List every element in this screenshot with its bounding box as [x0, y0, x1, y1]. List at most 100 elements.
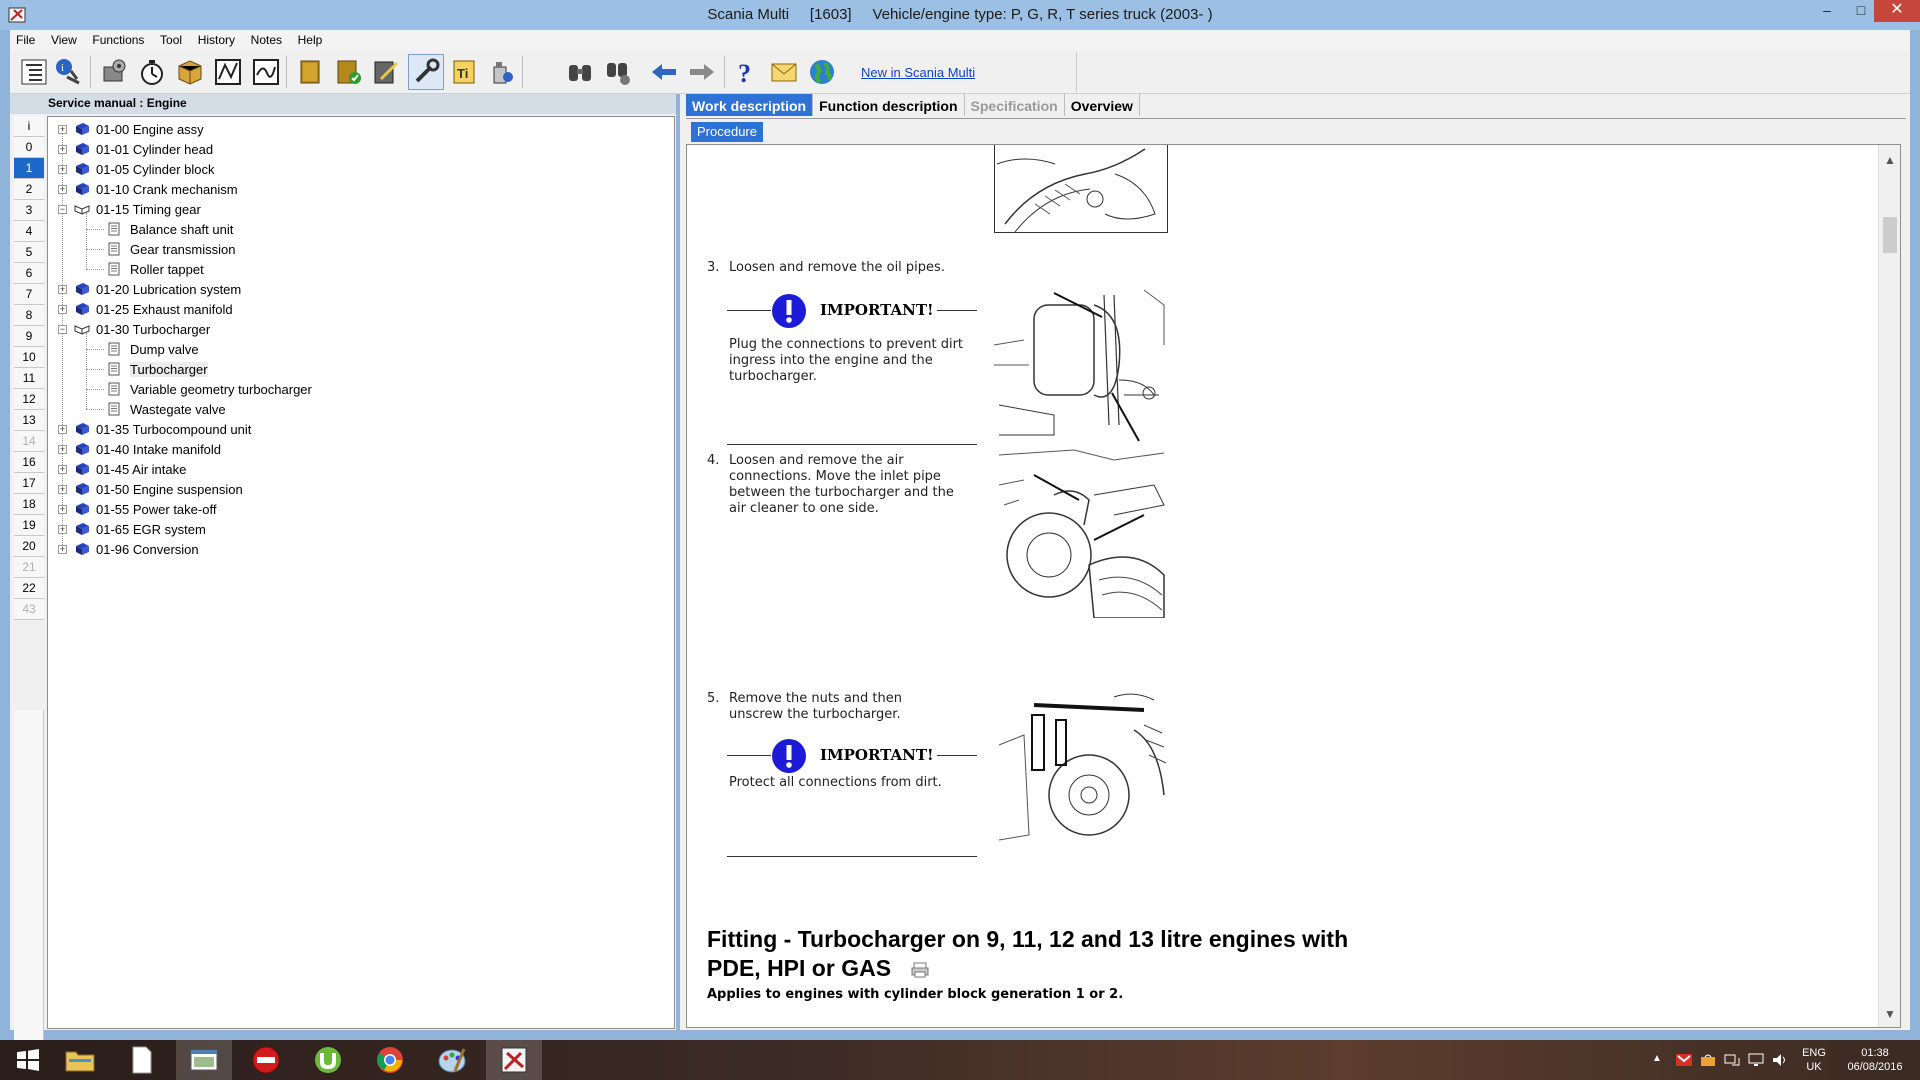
menu-notes[interactable]: Notes: [245, 30, 288, 47]
chapter-tab[interactable]: 13: [14, 410, 44, 431]
scroll-up-icon[interactable]: ▲: [1879, 153, 1900, 167]
tree-section[interactable]: +01-20 Lubrication system: [58, 279, 241, 299]
tree-leaf[interactable]: Dump valve: [108, 339, 199, 359]
tree-leaf[interactable]: Wastegate valve: [108, 399, 226, 419]
vertical-scrollbar[interactable]: ▲ ▼: [1878, 145, 1900, 1027]
tree-section[interactable]: +01-01 Cylinder head: [58, 139, 213, 159]
bags-tray-icon[interactable]: [1700, 1053, 1716, 1067]
tree-section[interactable]: +01-00 Engine assy: [58, 119, 204, 139]
tree-section[interactable]: +01-96 Conversion: [58, 539, 199, 559]
tree-leaf[interactable]: Gear transmission: [108, 239, 235, 259]
screen-tray-icon[interactable]: [1748, 1053, 1764, 1067]
tree-section[interactable]: − 01-15 Timing gear: [58, 199, 201, 219]
expand-icon[interactable]: +: [58, 124, 67, 134]
wrench-button[interactable]: [408, 54, 444, 90]
notepad-edit-button[interactable]: [368, 54, 404, 90]
input-language[interactable]: ENG UK: [1798, 1046, 1830, 1074]
book-button[interactable]: [292, 54, 328, 90]
tree-section[interactable]: +01-50 Engine suspension: [58, 479, 243, 499]
tree-section[interactable]: +01-25 Exhaust manifold: [58, 299, 233, 319]
tree-section[interactable]: +01-05 Cylinder block: [58, 159, 215, 179]
taskbar-utorrent[interactable]: [300, 1040, 356, 1080]
taskbar-window-app[interactable]: [176, 1040, 232, 1080]
menu-functions[interactable]: Functions: [86, 30, 150, 47]
menu-file[interactable]: File: [10, 30, 41, 47]
engine-settings-button[interactable]: [96, 54, 132, 90]
text-tool-button[interactable]: Ti: [446, 54, 482, 90]
expand-icon[interactable]: +: [58, 164, 67, 174]
back-button[interactable]: [646, 54, 682, 90]
tree-leaf[interactable]: Variable geometry turbocharger: [108, 379, 312, 399]
taskbar-stop-app[interactable]: [238, 1040, 294, 1080]
expand-icon[interactable]: +: [58, 484, 67, 494]
clock[interactable]: 01:38 06/08/2016: [1842, 1046, 1908, 1074]
chapter-tab[interactable]: 5: [14, 242, 44, 263]
taskbar-blank-document[interactable]: [114, 1040, 170, 1080]
tree-leaf[interactable]: Roller tappet: [108, 259, 204, 279]
book-check-button[interactable]: [330, 54, 366, 90]
chapter-tab[interactable]: 12: [14, 389, 44, 410]
tab-function-description[interactable]: Function description: [813, 94, 965, 116]
network-tray-icon[interactable]: [1724, 1053, 1740, 1067]
expand-icon[interactable]: +: [58, 304, 67, 314]
collapse-icon[interactable]: −: [58, 204, 67, 214]
expand-icon[interactable]: +: [58, 444, 67, 454]
scroll-down-icon[interactable]: ▼: [1879, 1007, 1900, 1021]
forward-button[interactable]: [684, 54, 720, 90]
chapter-tab[interactable]: 9: [14, 326, 44, 347]
binoculars-button[interactable]: [562, 54, 598, 90]
tab-work-description[interactable]: Work description: [686, 94, 814, 116]
tree-section[interactable]: +01-40 Intake manifold: [58, 439, 221, 459]
menu-help[interactable]: Help: [292, 30, 329, 47]
tree-leaf[interactable]: Turbocharger: [108, 359, 208, 379]
tray-expand-icon[interactable]: ▲: [1652, 1053, 1668, 1067]
parcel-button[interactable]: [172, 54, 208, 90]
tree-section[interactable]: +01-55 Power take-off: [58, 499, 216, 519]
mail-button[interactable]: [766, 54, 802, 90]
tree-section[interactable]: − 01-30 Turbocharger: [58, 319, 210, 339]
chapter-tab[interactable]: 8: [14, 305, 44, 326]
expand-icon[interactable]: +: [58, 504, 67, 514]
chapter-tab[interactable]: 10: [14, 347, 44, 368]
tree-section[interactable]: +01-45 Air intake: [58, 459, 186, 479]
stopwatch-button[interactable]: [134, 54, 170, 90]
chapter-tab[interactable]: 17: [14, 473, 44, 494]
volume-tray-icon[interactable]: [1772, 1053, 1788, 1067]
taskbar-scania-multi[interactable]: [486, 1040, 542, 1080]
tree-section[interactable]: +01-35 Turbocompound unit: [58, 419, 251, 439]
menu-view[interactable]: View: [45, 30, 83, 47]
start-button[interactable]: [0, 1040, 56, 1080]
expand-icon[interactable]: +: [58, 544, 67, 554]
tree-section[interactable]: +01-65 EGR system: [58, 519, 206, 539]
contents-button[interactable]: [16, 54, 52, 90]
tab-overview[interactable]: Overview: [1065, 94, 1140, 116]
help-button[interactable]: ?: [728, 54, 764, 90]
tree-leaf[interactable]: Balance shaft unit: [108, 219, 233, 239]
taskbar-chrome[interactable]: [362, 1040, 418, 1080]
diagram-button[interactable]: [210, 54, 246, 90]
chapter-tab[interactable]: 6: [14, 263, 44, 284]
chapter-tab[interactable]: 1: [14, 158, 44, 179]
expand-icon[interactable]: +: [58, 184, 67, 194]
expand-icon[interactable]: +: [58, 464, 67, 474]
search-parts-button[interactable]: [600, 54, 636, 90]
chapter-tab[interactable]: 11: [14, 368, 44, 389]
expand-icon[interactable]: +: [58, 144, 67, 154]
menu-history[interactable]: History: [192, 30, 241, 47]
chapter-tab[interactable]: 3: [14, 200, 44, 221]
print-icon[interactable]: [911, 962, 929, 978]
expand-icon[interactable]: +: [58, 424, 67, 434]
tree-section[interactable]: +01-10 Crank mechanism: [58, 179, 238, 199]
chapter-tab[interactable]: 20: [14, 536, 44, 557]
oil-can-button[interactable]: [484, 54, 520, 90]
chapter-tab[interactable]: 16: [14, 452, 44, 473]
chapter-tab[interactable]: 18: [14, 494, 44, 515]
collapse-icon[interactable]: −: [58, 324, 67, 334]
gmail-tray-icon[interactable]: [1676, 1053, 1692, 1067]
chapter-tab[interactable]: 2: [14, 179, 44, 200]
chapter-tab[interactable]: 4: [14, 221, 44, 242]
maximize-button[interactable]: □: [1844, 0, 1878, 22]
chart-button[interactable]: [248, 54, 284, 90]
taskbar-file-explorer[interactable]: [52, 1040, 108, 1080]
expand-icon[interactable]: +: [58, 524, 67, 534]
